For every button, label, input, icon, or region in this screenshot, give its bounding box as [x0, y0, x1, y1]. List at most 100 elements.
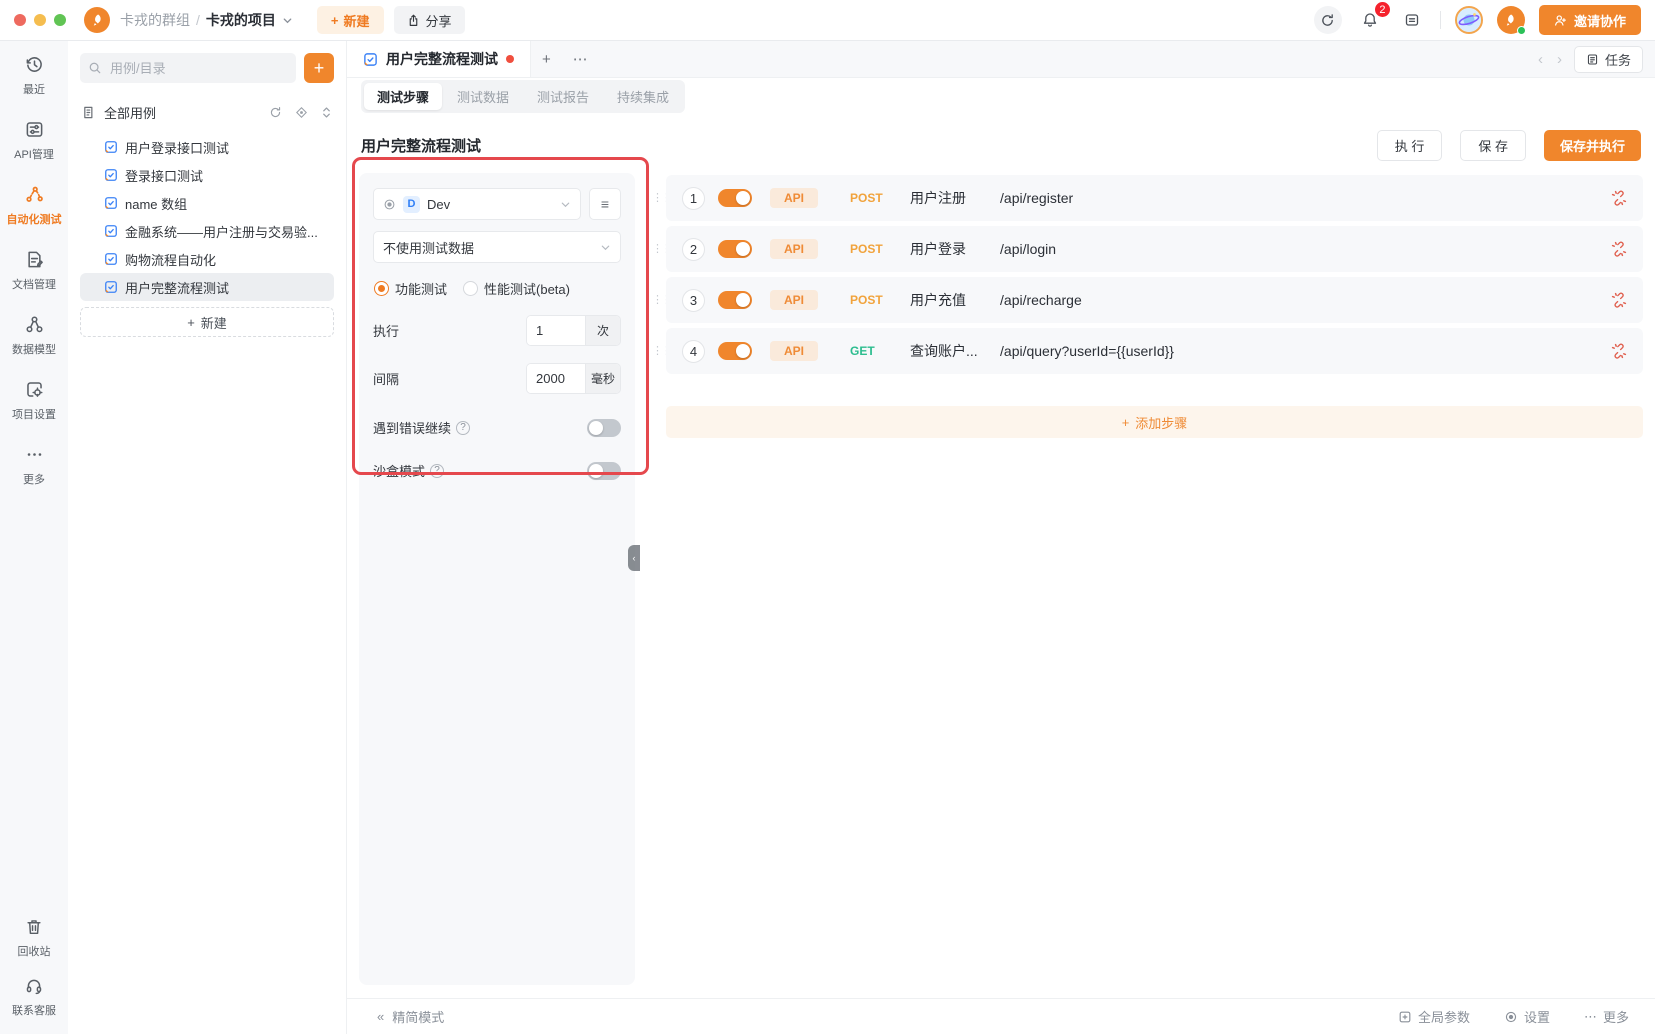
tree-item[interactable]: 金融系统——用户注册与交易验... — [80, 217, 334, 245]
step-card[interactable]: 2 API POST 用户登录 /api/login — [666, 226, 1643, 272]
step-enabled-toggle[interactable] — [718, 291, 752, 309]
test-data-value: 不使用测试数据 — [383, 240, 475, 256]
project-chevron-down-icon[interactable] — [282, 15, 293, 26]
person-add-icon — [1554, 14, 1567, 27]
unlink-api-icon[interactable] — [1611, 292, 1627, 308]
step-card[interactable]: 4 API GET 查询账户... /api/query?userId={{us… — [666, 328, 1643, 374]
drag-handle-icon[interactable]: ⋮⋮ — [652, 294, 672, 306]
subtab-ci[interactable]: 持续集成 — [604, 83, 682, 110]
sidebar-item-automation[interactable]: 自动化测试 — [0, 185, 68, 227]
help-icon[interactable]: ? — [430, 463, 445, 478]
locate-icon[interactable] — [295, 106, 308, 119]
radio-dot — [374, 281, 389, 296]
loop-count-input[interactable] — [527, 316, 585, 345]
plus-icon: + — [330, 12, 339, 28]
radio-performance-test[interactable]: 性能测试(beta) — [463, 279, 570, 298]
history-back-button[interactable]: ‹ — [1536, 51, 1545, 68]
step-enabled-toggle[interactable] — [718, 189, 752, 207]
search-input[interactable] — [108, 59, 288, 77]
step-card[interactable]: 3 API POST 用户充值 /api/recharge — [666, 277, 1643, 323]
drag-handle-icon[interactable]: ⋮⋮ — [652, 243, 672, 255]
breadcrumb-group[interactable]: 卡戎的群组 — [120, 10, 190, 30]
settings-button[interactable]: 设置 — [1504, 1007, 1550, 1026]
share-button[interactable]: 分享 — [393, 6, 465, 34]
save-and-run-button[interactable]: 保存并执行 — [1543, 130, 1641, 161]
add-step-button[interactable]: + 添加步骤 — [666, 406, 1643, 438]
new-tab-button[interactable]: + — [531, 41, 562, 77]
task-button[interactable]: 任务 — [1573, 45, 1643, 73]
tab-more-button[interactable]: ⋯ — [562, 41, 599, 77]
global-params-button[interactable]: 全局参数 — [1398, 1007, 1470, 1026]
minimize-window-button[interactable] — [34, 14, 46, 26]
sidebar-item-more[interactable]: 更多 — [0, 445, 68, 487]
tree-root-row[interactable]: 全部用例 — [80, 99, 334, 125]
tree-new-case-button[interactable]: + 新建 — [80, 307, 334, 337]
org-avatar[interactable] — [1496, 6, 1526, 35]
sidebar-item-project-settings[interactable]: 项目设置 — [0, 380, 68, 422]
search-box[interactable] — [80, 53, 296, 83]
step-row: ⋮⋮ 3 API POST 用户充值 /api/recharge — [652, 277, 1643, 323]
headset-icon — [25, 977, 43, 998]
project-settings-icon — [25, 380, 44, 402]
step-type-badge: API — [770, 188, 819, 208]
more-button[interactable]: ⋯ 更多 — [1584, 1007, 1629, 1026]
step-enabled-toggle[interactable] — [718, 240, 752, 258]
online-status-dot — [1516, 26, 1526, 35]
tree-item[interactable]: 用户登录接口测试 — [80, 133, 334, 161]
continue-on-error-toggle[interactable] — [587, 418, 621, 437]
titlebar-divider — [1439, 11, 1441, 29]
changelog-button[interactable] — [1398, 6, 1426, 34]
tab-active[interactable]: 用户完整流程测试 — [347, 41, 531, 77]
unlink-api-icon[interactable] — [1611, 343, 1627, 359]
compact-mode-button[interactable]: « 精简模式 — [377, 1007, 444, 1026]
api-manage-icon — [25, 120, 44, 142]
close-window-button[interactable] — [14, 14, 26, 26]
drag-handle-icon[interactable]: ⋮⋮ — [652, 345, 672, 357]
save-button[interactable]: 保 存 — [1460, 130, 1526, 161]
sidebar-item-data-model[interactable]: 数据模型 — [0, 315, 68, 357]
tree-item[interactable]: 购物流程自动化 — [80, 245, 334, 273]
environment-select[interactable]: D Dev — [373, 188, 581, 220]
step-row: ⋮⋮ 2 API POST 用户登录 /api/login — [652, 226, 1643, 272]
sidebar-item-support[interactable]: 联系客服 — [0, 977, 68, 1018]
breadcrumb-project[interactable]: 卡戎的项目 — [206, 10, 276, 30]
refresh-icon[interactable] — [269, 106, 282, 119]
unlink-api-icon[interactable] — [1611, 241, 1627, 257]
radio-functional-test[interactable]: 功能测试 — [374, 279, 447, 298]
history-forward-button[interactable]: › — [1555, 51, 1564, 68]
test-data-select[interactable]: 不使用测试数据 — [373, 231, 621, 263]
tree-item[interactable]: 登录接口测试 — [80, 161, 334, 189]
sidebar-item-recent[interactable]: 最近 — [0, 55, 68, 97]
subtab-test-report[interactable]: 测试报告 — [524, 83, 602, 110]
titlebar: 卡戎的群组 / 卡戎的项目 + 新建 分享 2 邀请协作 — [0, 0, 1655, 41]
subtab-test-data[interactable]: 测试数据 — [444, 83, 522, 110]
zoom-window-button[interactable] — [54, 14, 66, 26]
notification-count-badge: 2 — [1373, 1, 1391, 18]
user-avatar[interactable] — [1454, 6, 1483, 34]
new-button[interactable]: + 新建 — [316, 6, 384, 34]
tree-item-selected[interactable]: 用户完整流程测试 — [80, 273, 334, 301]
share-icon — [407, 14, 420, 27]
help-icon[interactable]: ? — [456, 420, 471, 435]
env-manage-button[interactable]: ≡ — [589, 188, 621, 220]
run-button[interactable]: 执 行 — [1376, 130, 1443, 161]
subtab-test-steps[interactable]: 测试步骤 — [364, 82, 443, 110]
step-enabled-toggle[interactable] — [718, 342, 752, 360]
add-case-button[interactable]: + — [304, 53, 334, 83]
drag-handle-icon[interactable]: ⋮⋮ — [652, 192, 672, 204]
sandbox-mode-toggle[interactable] — [587, 461, 621, 480]
interval-input[interactable] — [527, 364, 585, 393]
notifications-button[interactable]: 2 — [1356, 1, 1391, 34]
test-case-icon — [104, 280, 118, 294]
step-card[interactable]: 1 API POST 用户注册 /api/register — [666, 175, 1643, 221]
doc-manage-icon — [25, 250, 44, 272]
sync-button[interactable] — [1313, 6, 1342, 34]
sidebar-item-doc-manage[interactable]: 文档管理 — [0, 250, 68, 292]
unlink-api-icon[interactable] — [1611, 190, 1627, 206]
panel-collapse-handle[interactable]: ‹ — [628, 545, 640, 571]
sidebar-item-api-manage[interactable]: API管理 — [0, 120, 68, 162]
invite-collaborate-button[interactable]: 邀请协作 — [1538, 5, 1641, 35]
collapse-all-icon[interactable] — [321, 106, 332, 119]
tree-item[interactable]: name 数组 — [80, 189, 334, 217]
sidebar-item-trash[interactable]: 回收站 — [0, 918, 68, 959]
